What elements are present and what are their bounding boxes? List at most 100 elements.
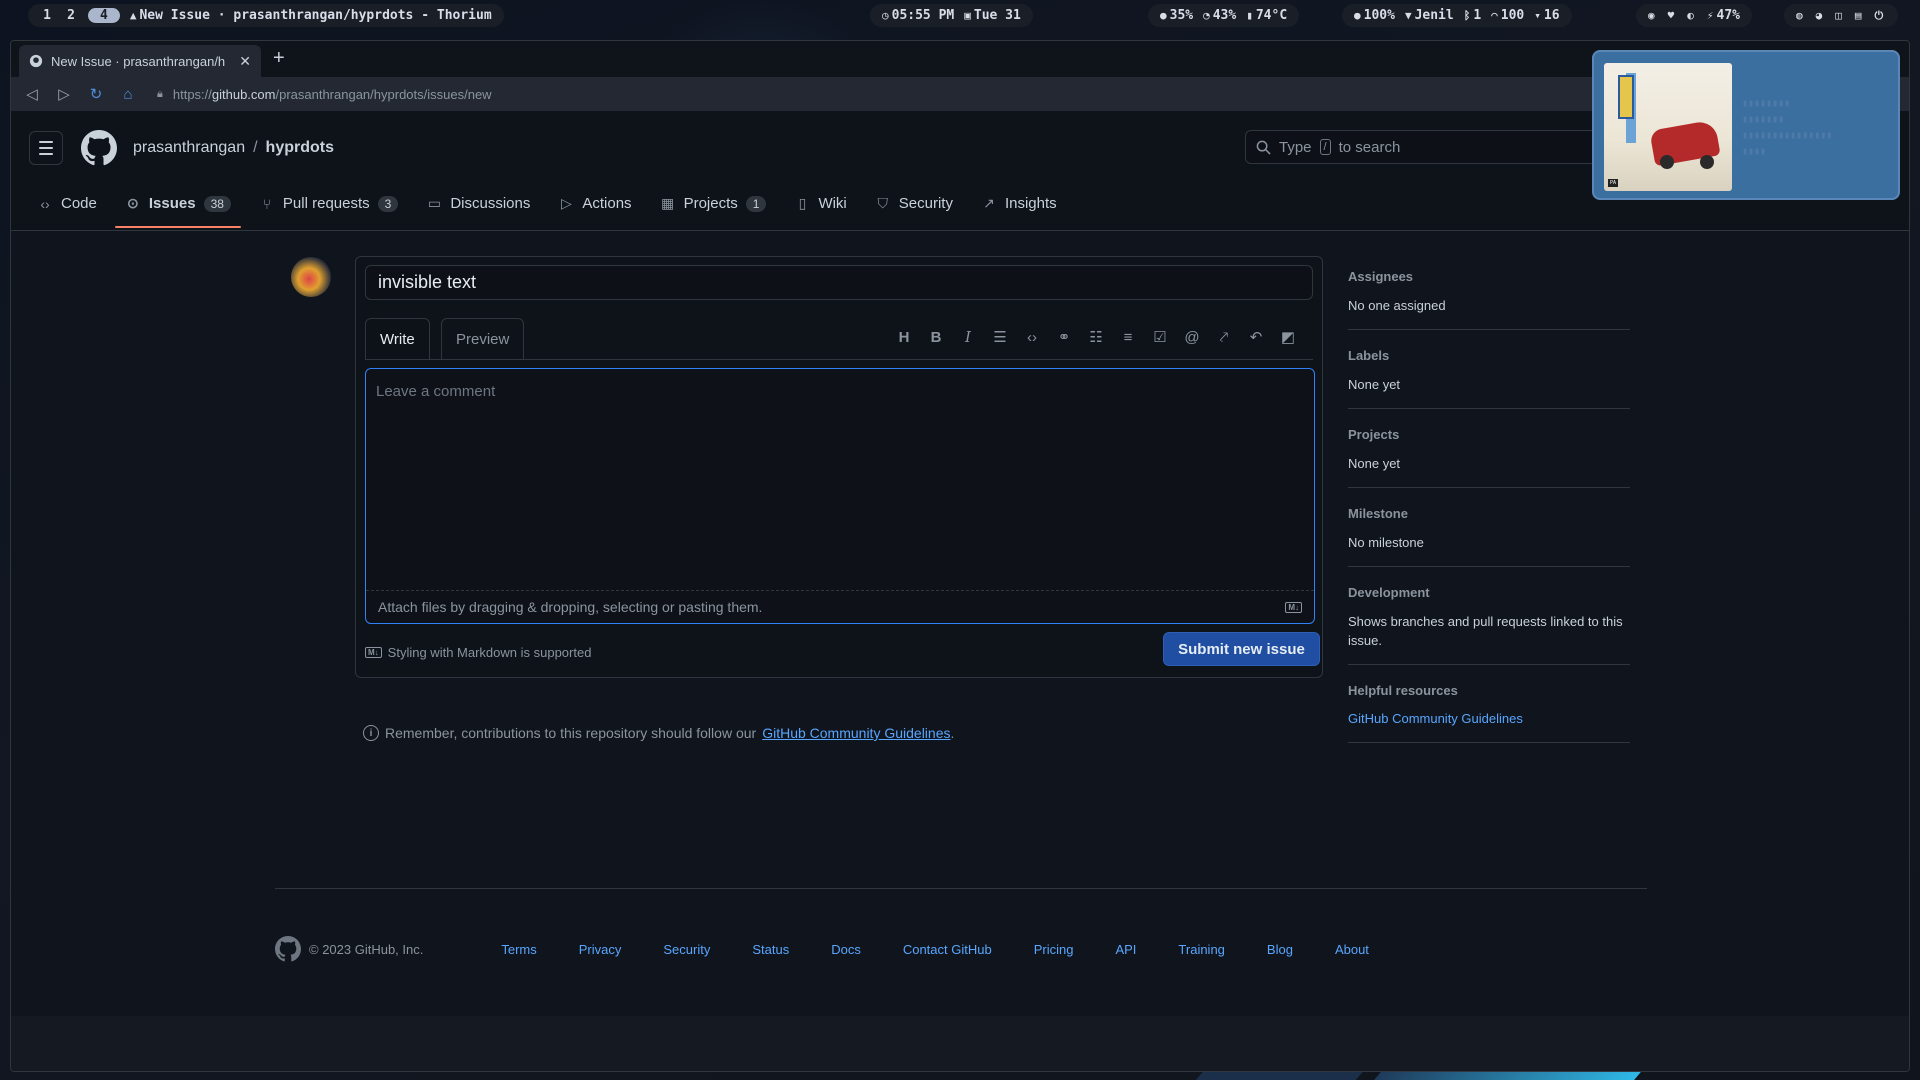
footer-link-docs[interactable]: Docs	[831, 942, 861, 957]
github-logo-icon[interactable]	[275, 936, 301, 962]
bulleted-list-icon[interactable]: ☷	[1086, 326, 1106, 348]
slash-commands-icon[interactable]: ◩	[1278, 326, 1298, 348]
tab-insights[interactable]: ↗ Insights	[971, 187, 1067, 220]
markdown-support-note[interactable]: M↓ Styling with Markdown is supported	[365, 645, 591, 660]
volume[interactable]: ◠ 100	[1491, 8, 1524, 23]
code-icon[interactable]: ‹›	[1022, 326, 1042, 348]
tab-discussions[interactable]: ▭ Discussions	[416, 187, 540, 220]
footer-link-pricing[interactable]: Pricing	[1034, 942, 1074, 957]
submit-new-issue-button[interactable]: Submit new issue	[1163, 632, 1320, 666]
github-logo-icon[interactable]	[81, 130, 117, 166]
battery-icon: ⚡	[1706, 9, 1714, 22]
search-shortcut-key: /	[1319, 139, 1331, 155]
footer-links: Terms Privacy Security Status Docs Conta…	[501, 942, 1369, 957]
quote-icon[interactable]: ☰	[990, 326, 1010, 348]
heart-icon[interactable]: ♥	[1668, 9, 1675, 22]
discord-icon[interactable]: ◉	[1648, 9, 1655, 22]
tab-issues[interactable]: ⊙ Issues 38	[114, 187, 241, 228]
home-icon[interactable]: ⌂	[121, 86, 135, 103]
reply-icon[interactable]: ↶	[1246, 326, 1266, 348]
clock-pill[interactable]: ◷ 05:55 PM ▣ Tue 31	[870, 4, 1033, 27]
wifi[interactable]: ▼ Jenil	[1405, 8, 1454, 23]
footer-link-blog[interactable]: Blog	[1267, 942, 1293, 957]
task-list-icon[interactable]: ☑	[1150, 326, 1170, 348]
forward-icon[interactable]: ▷	[57, 85, 71, 103]
calendar-icon: ▣	[964, 9, 971, 22]
tab-code[interactable]: ‹› Code	[27, 187, 107, 220]
community-guidelines-sidebar-link[interactable]: GitHub Community Guidelines	[1348, 711, 1523, 726]
bold-icon[interactable]: B	[926, 326, 946, 348]
issues-count-badge: 38	[203, 195, 231, 212]
tab-security-label: Security	[898, 195, 953, 212]
palette-icon[interactable]: ◕	[1816, 9, 1823, 22]
lock-icon: 🔒︎	[157, 87, 163, 100]
assignees-heading[interactable]: Assignees	[1348, 269, 1630, 284]
development-heading[interactable]: Development	[1348, 585, 1630, 600]
community-guidelines-link[interactable]: GitHub Community Guidelines	[762, 725, 950, 741]
media-line: ▮▮▮▮▮▮▮	[1742, 114, 1785, 125]
power-icon[interactable]: ⏻	[1875, 9, 1884, 23]
browser-tab[interactable]: New Issue · prasanthrangan/h ✕	[19, 45, 261, 77]
media-player-widget[interactable]: PA ▮▮▮▮▮▮▮▮ ▮▮▮▮▮▮▮ ▮▮▮▮▮▮▮▮▮▮▮▮▮▮▮ ▮▮▮▮	[1592, 50, 1900, 200]
new-tab-icon[interactable]: +	[273, 47, 285, 70]
brightness[interactable]: ● 100%	[1354, 8, 1395, 23]
github-page: prasanthrangan / hyprdots Type / to search…	[11, 111, 1909, 1071]
clipboard-icon[interactable]: ▤	[1855, 9, 1862, 22]
link-icon[interactable]: ⚭	[1054, 326, 1074, 348]
tab-pull-requests[interactable]: ⑂ Pull requests 3	[249, 187, 408, 220]
milestone-heading[interactable]: Milestone	[1348, 506, 1630, 521]
ghost-icon[interactable]: ◍	[1796, 9, 1803, 22]
status-bar: 1 2 4 ▲ New Issue · prasanthrangan/hyprdo…	[0, 0, 1920, 30]
numbered-list-icon[interactable]: ≡	[1118, 326, 1138, 348]
menu-button[interactable]	[29, 131, 63, 165]
tab-actions[interactable]: ▷ Actions	[548, 187, 641, 220]
write-tab[interactable]: Write	[365, 318, 430, 360]
footer-link-training[interactable]: Training	[1178, 942, 1224, 957]
heading-icon[interactable]: H	[894, 326, 914, 348]
tab-projects[interactable]: ▦ Projects 1	[650, 187, 777, 220]
repo-owner-link[interactable]: prasanthrangan	[133, 139, 245, 156]
footer-link-contact[interactable]: Contact GitHub	[903, 942, 992, 957]
projects-section: Projects None yet	[1348, 419, 1630, 488]
microphone-icon: ▾	[1534, 9, 1541, 22]
power-profile-icon[interactable]: ◐	[1687, 9, 1694, 22]
footer-link-status[interactable]: Status	[752, 942, 789, 957]
workspace-pill: 1 2 4 ▲ New Issue · prasanthrangan/hyprdo…	[28, 4, 504, 27]
comment-textarea[interactable]	[366, 369, 1314, 589]
footer-link-about[interactable]: About	[1335, 942, 1369, 957]
microphone[interactable]: ▾ 16	[1534, 8, 1559, 23]
labels-heading[interactable]: Labels	[1348, 348, 1630, 363]
tab-security[interactable]: ⛉ Security	[865, 187, 963, 220]
preview-tab[interactable]: Preview	[441, 318, 525, 360]
workspace-4[interactable]: 4	[88, 8, 120, 23]
wallpaper-icon[interactable]: ◫	[1835, 9, 1842, 22]
workspace-2[interactable]: 2	[64, 8, 78, 23]
close-tab-icon[interactable]: ✕	[239, 53, 251, 70]
tab-wiki[interactable]: ▯ Wiki	[784, 187, 856, 220]
tab-code-label: Code	[61, 195, 97, 212]
footer-link-terms[interactable]: Terms	[501, 942, 536, 957]
thorium-icon: ▲	[129, 9, 137, 22]
reference-icon[interactable]: ⤤	[1214, 326, 1234, 348]
window-title: ▲ New Issue · prasanthrangan/hyprdots - T…	[129, 8, 492, 23]
search-input[interactable]: Type / to search	[1245, 130, 1605, 164]
projects-count-badge: 1	[745, 195, 767, 212]
reload-icon[interactable]: ↻	[89, 85, 103, 103]
footer-link-security[interactable]: Security	[663, 942, 710, 957]
bluetooth[interactable]: ᛒ1	[1464, 8, 1481, 23]
clock: ◷ 05:55 PM	[882, 8, 955, 23]
back-icon[interactable]: ◁	[25, 85, 39, 103]
projects-heading[interactable]: Projects	[1348, 427, 1630, 442]
footer-link-api[interactable]: API	[1115, 942, 1136, 957]
graph-icon: ↗	[983, 195, 995, 211]
book-icon: ▯	[798, 195, 807, 211]
media-line: ▮▮▮▮▮▮▮▮▮▮▮▮▮▮▮	[1742, 130, 1833, 141]
footer-link-privacy[interactable]: Privacy	[579, 942, 622, 957]
attach-files-bar[interactable]: Attach files by dragging & dropping, sel…	[366, 590, 1314, 623]
workspace-1[interactable]: 1	[40, 8, 54, 23]
italic-icon[interactable]: I	[958, 326, 978, 348]
avatar[interactable]	[291, 257, 331, 297]
repo-name-link[interactable]: hyprdots	[266, 139, 334, 156]
issue-title-input[interactable]	[365, 265, 1313, 300]
mention-icon[interactable]: @	[1182, 326, 1202, 348]
